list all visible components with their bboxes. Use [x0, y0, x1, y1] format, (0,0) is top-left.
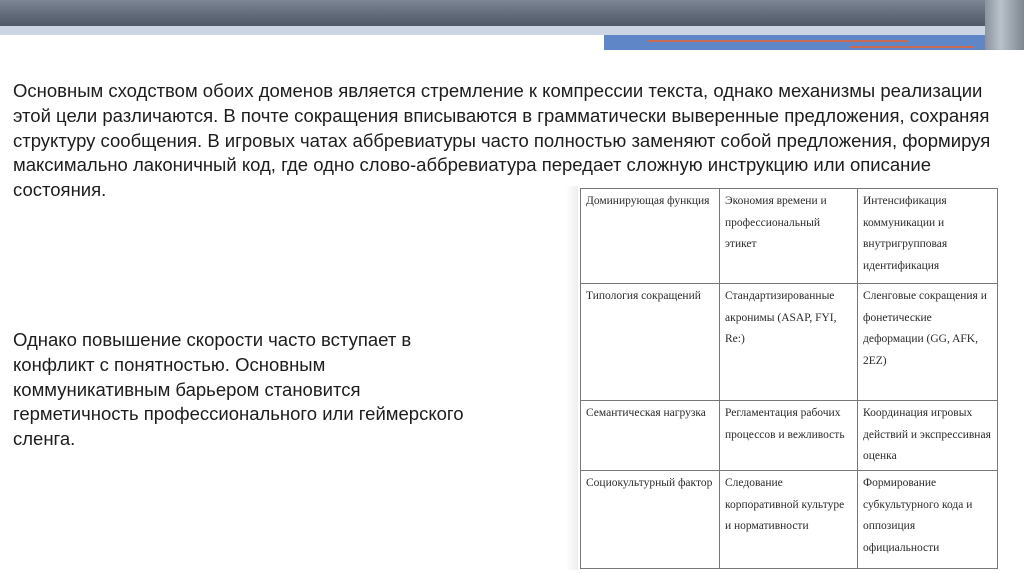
table-shadow: [566, 186, 578, 570]
table-cell-label: Типология сокращений: [580, 283, 720, 401]
table-cell: Сленговые сокращения и фонетические дефо…: [857, 283, 998, 401]
table-row: Типология сокращений Стандартизированные…: [580, 283, 998, 401]
intro-paragraph: Основным сходством обоих доменов являетс…: [13, 80, 991, 201]
table-cell-label: Социокультурный фактор: [580, 470, 720, 569]
table-cell-label: Доминирующая функция: [580, 188, 720, 284]
table-row: Семантическая нагрузка Регламентация раб…: [580, 400, 998, 471]
table-cell-label: Семантическая нагрузка: [580, 400, 720, 471]
table-row: Доминирующая функция Экономия времени и …: [580, 188, 998, 284]
table-cell: Формирование субкультурного кода и оппоз…: [857, 470, 998, 569]
table-cell: Следование корпоративной культуре и норм…: [719, 470, 858, 569]
comparison-table: Доминирующая функция Экономия времени и …: [580, 188, 998, 569]
header-corner: [985, 0, 1024, 50]
header-bar: [0, 0, 1024, 26]
header-accent-tab: [604, 35, 985, 50]
table-cell: Интенсификация коммуникации и внутригруп…: [857, 188, 998, 284]
table-cell: Экономия времени и профессиональный этик…: [719, 188, 858, 284]
barrier-paragraph: Однако повышение скорости часто вступает…: [13, 329, 464, 450]
accent-line: [850, 46, 974, 48]
table-row: Социокультурный фактор Следование корпор…: [580, 470, 998, 569]
table-cell: Координация игровых действий и экспресси…: [857, 400, 998, 471]
accent-line: [648, 40, 908, 42]
header-stripe: [0, 26, 1024, 35]
table-cell: Стандартизированные акронимы (ASAP, FYI,…: [719, 283, 858, 401]
table-cell: Регламентация рабочих процессов и вежлив…: [719, 400, 858, 471]
